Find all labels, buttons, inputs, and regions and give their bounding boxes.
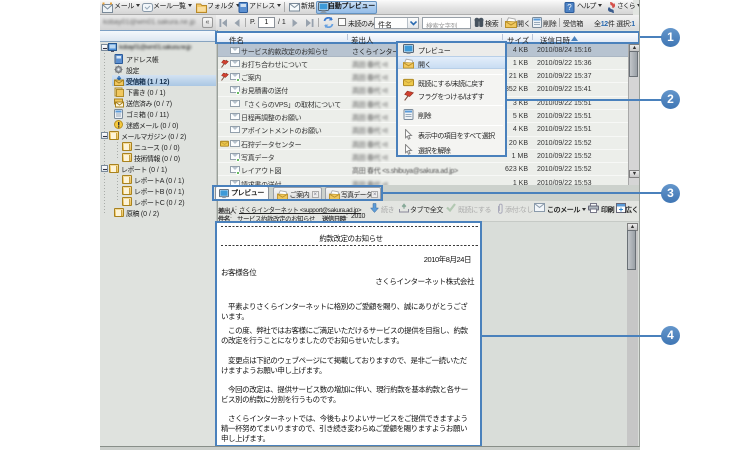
- svg-text:?: ?: [567, 3, 572, 12]
